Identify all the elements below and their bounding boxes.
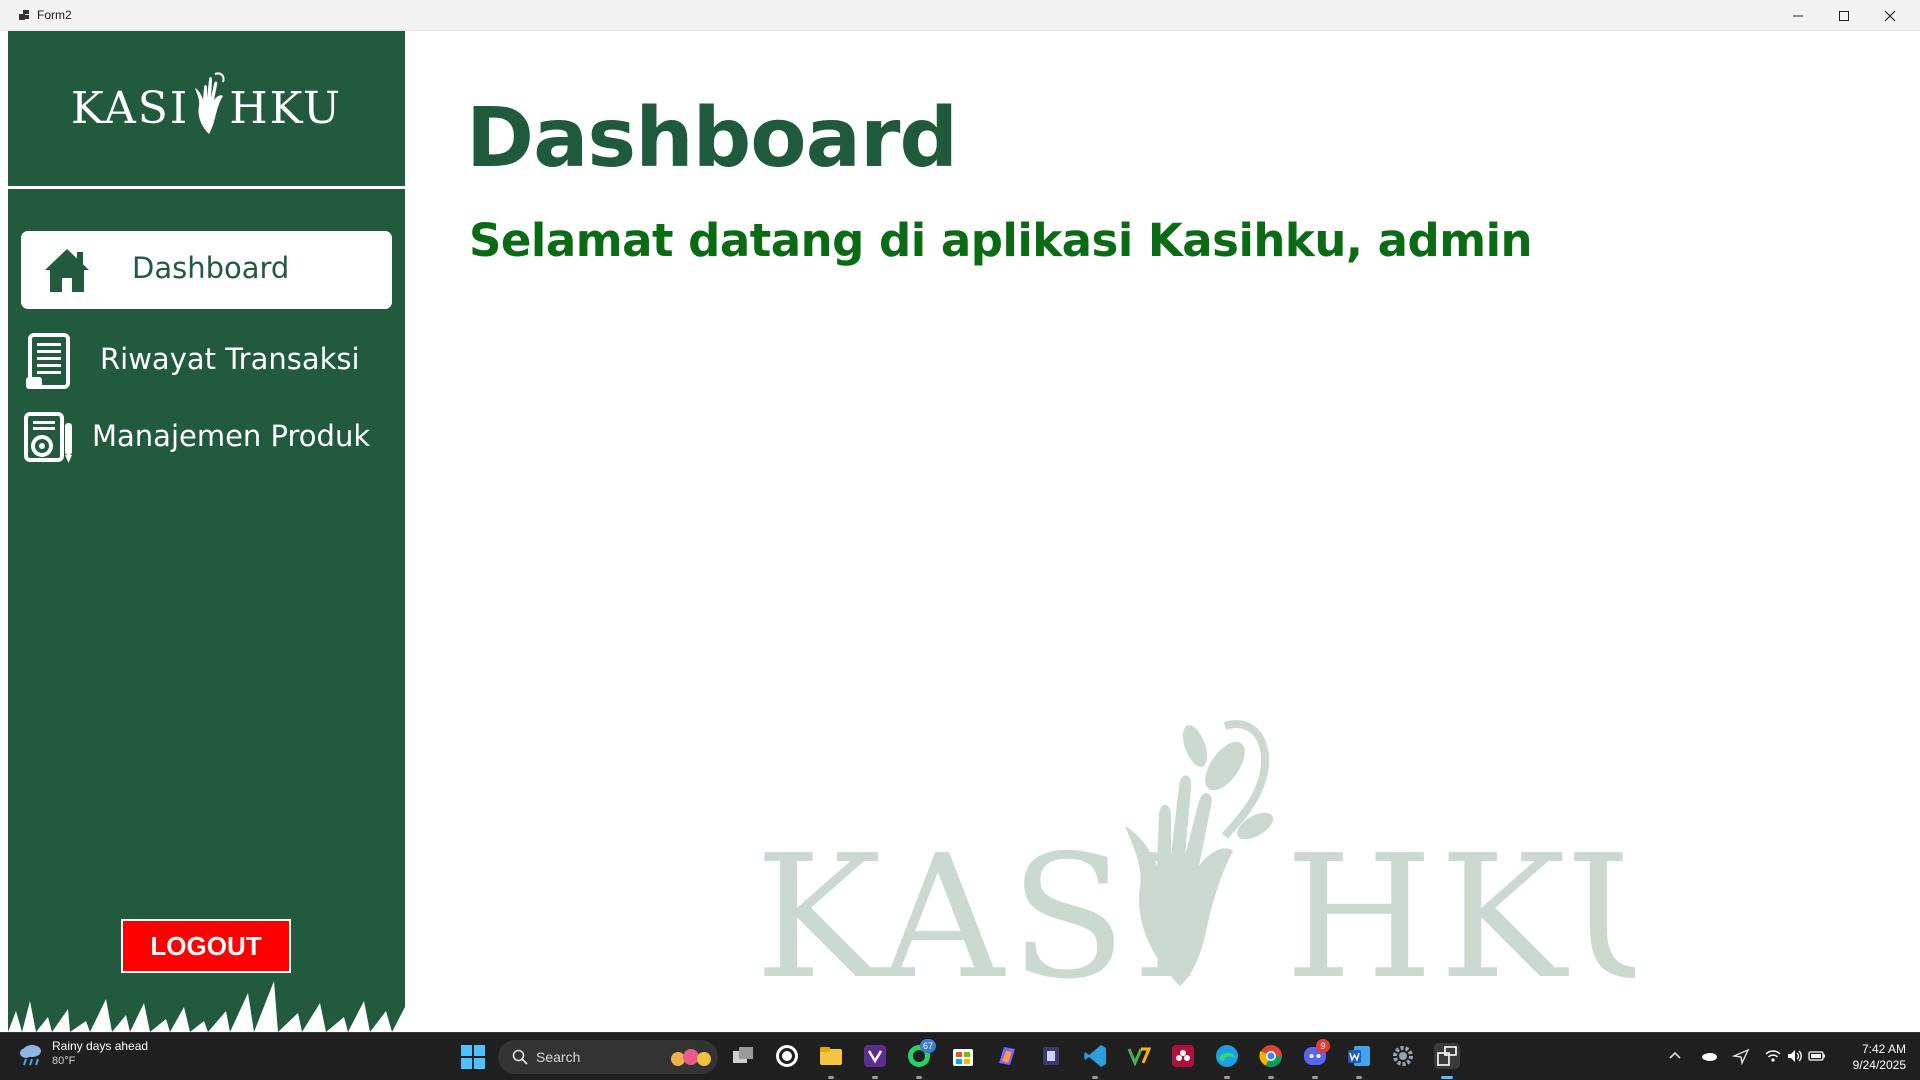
welcome-message: Selamat datang di aplikasi Kasihku, admi…	[469, 214, 1533, 267]
sidebar-logo: KASI HKU	[8, 31, 405, 186]
minimize-icon	[1793, 15, 1803, 16]
notification-badge: 9	[1316, 1039, 1330, 1053]
running-indicator	[872, 1076, 878, 1079]
search-highlight-image	[671, 1049, 711, 1066]
sidebar-item-manajemen-produk[interactable]: Manajemen Produk	[21, 407, 392, 469]
app-icon	[19, 10, 29, 20]
page-title: Dashboard	[466, 91, 958, 186]
grass-decoration	[8, 981, 405, 1032]
rain-cloud-icon	[20, 1044, 41, 1065]
logout-button[interactable]: LOGOUT	[121, 919, 291, 973]
running-indicator	[1312, 1076, 1318, 1079]
settings-gear-icon[interactable]	[1390, 1043, 1416, 1069]
close-button[interactable]	[1867, 0, 1913, 31]
logo-wordmark: KASI HKU	[70, 72, 343, 142]
visual-studio-icon[interactable]	[862, 1043, 888, 1069]
vs-installer-icon[interactable]	[1126, 1043, 1152, 1069]
receipt-icon	[26, 333, 70, 389]
clock-date: 9/24/2025	[1852, 1058, 1906, 1072]
sidebar: KASI HKU Dashboard Riwayat Transaksi Man…	[8, 31, 405, 1032]
sidebar-item-label: Dashboard	[132, 251, 290, 285]
wifi-icon[interactable]	[1764, 1047, 1782, 1065]
sidebar-item-dashboard[interactable]: Dashboard	[21, 231, 392, 309]
running-indicator	[1224, 1076, 1230, 1079]
volume-icon[interactable]	[1786, 1047, 1804, 1065]
edge-icon[interactable]	[1214, 1043, 1240, 1069]
form2-app-icon[interactable]	[1434, 1043, 1460, 1069]
running-indicator	[828, 1076, 834, 1079]
form-client-area: KASI HKU Dashboard Riwayat Transaksi Man…	[0, 31, 1920, 1032]
clock-time: 7:42 AM	[1861, 1042, 1906, 1056]
minimize-button[interactable]	[1775, 0, 1821, 31]
windows-start-icon[interactable]	[458, 1042, 488, 1072]
sidebar-item-label: Riwayat Transaksi	[100, 342, 360, 376]
sidebar-divider	[8, 186, 405, 189]
kasihku-watermark-logo: KASI HKU	[755, 720, 1635, 1006]
vscode-icon[interactable]	[1082, 1043, 1108, 1069]
running-indicator	[1356, 1076, 1362, 1079]
chevron-up-icon[interactable]	[1666, 1047, 1684, 1065]
maximize-button[interactable]	[1821, 0, 1867, 31]
product-settings-icon	[24, 412, 72, 463]
title-bar: Form2	[0, 0, 1920, 31]
active-indicator	[1441, 1076, 1453, 1079]
running-indicator	[916, 1076, 922, 1079]
sidebar-item-riwayat-transaksi[interactable]: Riwayat Transaksi	[21, 329, 392, 393]
battery-icon[interactable]	[1808, 1047, 1826, 1065]
word-icon[interactable]	[1346, 1043, 1372, 1069]
microsoft-store-icon[interactable]	[950, 1043, 976, 1069]
home-icon	[45, 249, 89, 292]
tools-app-icon[interactable]	[1038, 1043, 1064, 1069]
copilot-icon[interactable]	[994, 1043, 1020, 1069]
mendeley-icon[interactable]	[1170, 1043, 1196, 1069]
taskbar-search-box[interactable]: Search	[498, 1040, 718, 1074]
system-clock[interactable]: 7:42 AM 9/24/2025	[1836, 1041, 1906, 1073]
running-indicator	[1268, 1076, 1274, 1079]
close-icon	[1884, 10, 1896, 21]
hand-leaf-logo-icon	[195, 72, 225, 134]
task-view-icon[interactable]	[730, 1043, 756, 1069]
chrome-icon[interactable]	[1258, 1043, 1284, 1069]
sidebar-item-label: Manajemen Produk	[92, 419, 371, 453]
weather-summary: Rainy days ahead	[52, 1039, 149, 1053]
location-arrow-icon[interactable]	[1732, 1047, 1750, 1065]
search-icon	[512, 1049, 528, 1065]
notification-badge: 67	[920, 1039, 937, 1053]
weather-widget[interactable]: Rainy days ahead 80°F	[18, 1039, 148, 1068]
whatsapp-icon[interactable]	[774, 1043, 800, 1069]
watermark-text-right: HKU	[1285, 819, 1635, 1006]
onedrive-cloud-icon[interactable]	[1700, 1047, 1718, 1065]
logo-text-right: HKU	[229, 83, 343, 134]
logo-text-left: KASI	[70, 83, 190, 134]
file-explorer-icon[interactable]	[818, 1043, 844, 1069]
search-placeholder: Search	[536, 1049, 581, 1065]
main-content: Dashboard Selamat datang di aplikasi Kas…	[405, 31, 1920, 1032]
app-window: Form2 KASI HKU Dashboard Riwayat Transak…	[0, 0, 1920, 1032]
maximize-icon	[1839, 10, 1849, 21]
taskbar: Rainy days ahead 80°F Search 67 9 7:42 A…	[0, 1032, 1920, 1080]
weather-temperature: 80°F	[52, 1055, 76, 1067]
running-indicator	[1092, 1076, 1098, 1079]
window-title: Form2	[37, 8, 72, 22]
